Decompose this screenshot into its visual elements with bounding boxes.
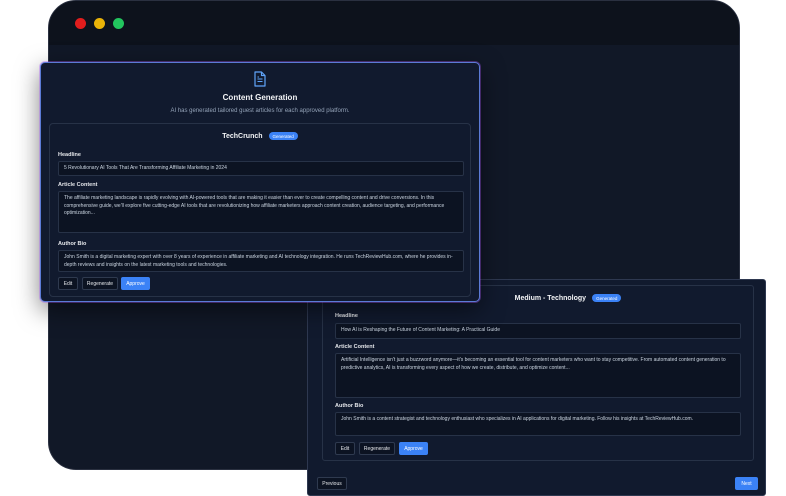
- author-bio-label: Author Bio: [335, 403, 364, 409]
- regenerate-button[interactable]: Regenerate: [359, 442, 395, 455]
- status-badge: Generated: [592, 294, 622, 302]
- window-titlebar: [49, 1, 739, 45]
- card-subtitle: AI has generated tailored guest articles…: [170, 108, 350, 114]
- content-generation-card: Content Generation AI has generated tail…: [40, 62, 480, 302]
- document-icon: [254, 71, 266, 87]
- article-content-field[interactable]: Artificial Intelligence isn't just a buz…: [335, 353, 741, 398]
- headline-label: Headline: [58, 152, 81, 158]
- card-header: Content Generation AI has generated tail…: [41, 63, 479, 114]
- maximize-window-dot[interactable]: [113, 17, 124, 29]
- headline-field[interactable]: 5 Revolutionary AI Tools That Are Transf…: [58, 161, 464, 176]
- edit-button[interactable]: Edit: [335, 442, 355, 455]
- close-window-dot[interactable]: [75, 17, 86, 29]
- article-content-label: Article Content: [335, 344, 375, 350]
- platform-name: Medium - Technology: [514, 294, 587, 302]
- author-bio-field[interactable]: John Smith is a content strategist and t…: [335, 412, 741, 436]
- headline-field[interactable]: How AI is Reshaping the Future of Conten…: [335, 323, 741, 339]
- platform-name: TechCrunch: [222, 132, 263, 140]
- headline-label: Headline: [335, 313, 358, 319]
- platform-panel-medium: Medium - Technology Generated Headline H…: [322, 285, 754, 461]
- minimize-window-dot[interactable]: [94, 17, 105, 29]
- article-content-label: Article Content: [58, 182, 98, 188]
- platform-header: TechCrunch Generated: [50, 132, 470, 140]
- card-title: Content Generation: [222, 93, 298, 102]
- article-content-field[interactable]: The affiliate marketing landscape is rap…: [58, 191, 464, 233]
- status-badge: Generated: [268, 132, 298, 140]
- edit-button[interactable]: Edit: [58, 277, 78, 290]
- author-bio-label: Author Bio: [58, 241, 87, 247]
- approve-button[interactable]: Approve: [121, 277, 150, 290]
- author-bio-field[interactable]: John Smith is a digital marketing expert…: [58, 250, 464, 272]
- platform-panel-techcrunch: TechCrunch Generated Headline 5 Revoluti…: [49, 123, 471, 297]
- next-button[interactable]: Next: [735, 477, 758, 490]
- approve-button[interactable]: Approve: [399, 442, 428, 455]
- previous-button[interactable]: Previous: [317, 477, 347, 490]
- platform-card-medium: Medium - Technology Generated Headline H…: [307, 279, 766, 496]
- regenerate-button[interactable]: Regenerate: [82, 277, 118, 290]
